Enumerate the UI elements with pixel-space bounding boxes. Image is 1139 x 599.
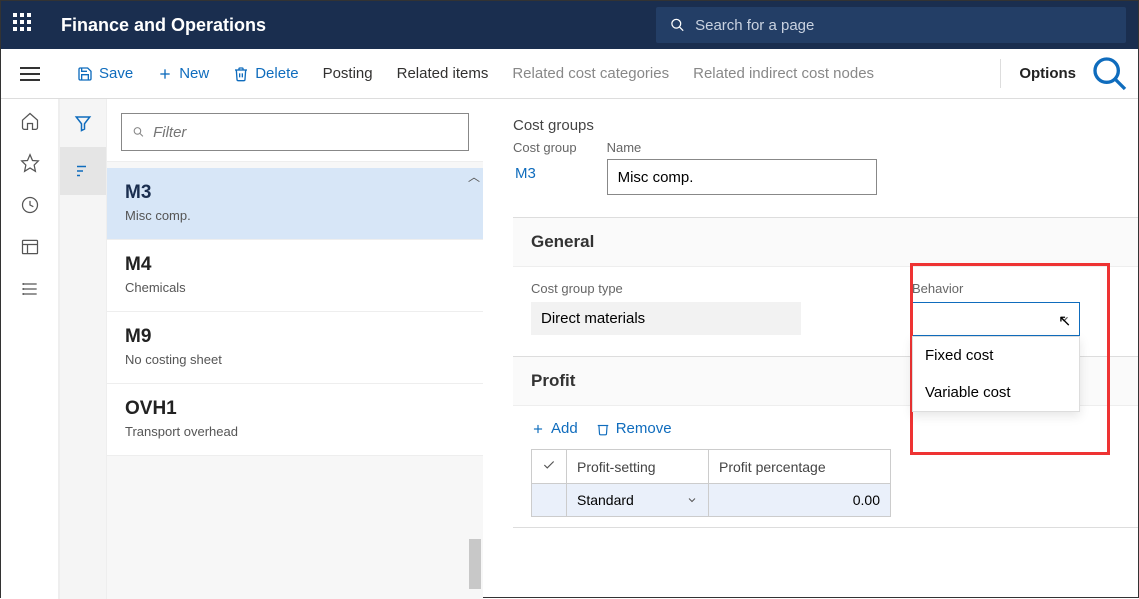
nav-toggle-icon[interactable]: [20, 67, 40, 81]
behavior-option[interactable]: Fixed cost: [913, 337, 1079, 374]
delete-button[interactable]: Delete: [223, 59, 308, 88]
profit-grid: Profit-setting Profit percentage Standar…: [531, 449, 891, 517]
cursor-icon: ↖: [1058, 311, 1071, 331]
left-nav-rail: [1, 99, 59, 599]
search-icon: [670, 17, 685, 33]
favorites-icon[interactable]: [20, 153, 40, 173]
add-button[interactable]: Add: [531, 420, 578, 437]
scroll-thumb[interactable]: [469, 539, 481, 589]
general-section-header[interactable]: General: [513, 218, 1138, 267]
command-search-button[interactable]: [1090, 54, 1130, 94]
cost-group-type-value[interactable]: Direct materials: [531, 302, 801, 335]
list-item-code: OVH1: [125, 398, 465, 420]
list-item-code: M9: [125, 326, 465, 348]
page-title: Cost groups: [513, 117, 1138, 134]
save-button[interactable]: Save: [67, 59, 143, 88]
grid-col-profit-pct[interactable]: Profit percentage: [709, 450, 891, 484]
name-label: Name: [607, 140, 877, 155]
name-input[interactable]: [607, 159, 877, 195]
cost-group-list: M3 Misc comp. M4 Chemicals M9 No costing…: [107, 162, 483, 599]
list-item[interactable]: M3 Misc comp.: [107, 168, 483, 240]
app-title: Finance and Operations: [61, 15, 266, 36]
search-icon: [132, 125, 145, 139]
posting-button[interactable]: Posting: [313, 59, 383, 88]
cost-group-label: Cost group: [513, 140, 577, 155]
sort-tool-icon[interactable]: [60, 147, 106, 195]
grid-row-select[interactable]: [532, 484, 567, 517]
plus-icon: [157, 66, 173, 82]
chevron-down-icon: [686, 494, 698, 506]
filter-tool-icon[interactable]: [60, 99, 106, 147]
global-search-input[interactable]: [695, 17, 1112, 34]
list-item-desc: Misc comp.: [125, 208, 465, 223]
list-filter-input[interactable]: [153, 124, 458, 141]
behavior-dropdown[interactable]: [912, 302, 1080, 336]
options-button[interactable]: Options: [1000, 59, 1086, 88]
list-item[interactable]: OVH1 Transport overhead: [107, 384, 483, 456]
table-row[interactable]: Standard 0.00: [532, 484, 891, 517]
behavior-label: Behavior: [912, 281, 1080, 296]
list-tool-strip: [59, 99, 107, 599]
related-items-button[interactable]: Related items: [387, 59, 499, 88]
recent-icon[interactable]: [20, 195, 40, 215]
cost-group-value[interactable]: M3: [513, 159, 577, 188]
grid-cell-profit-setting[interactable]: Standard: [567, 484, 709, 517]
grid-select-header[interactable]: [532, 450, 567, 484]
list-scrollbar[interactable]: ︿: [465, 168, 483, 599]
list-item-desc: Chemicals: [125, 280, 465, 295]
global-search[interactable]: [656, 7, 1126, 43]
trash-icon: [233, 66, 249, 82]
behavior-dropdown-menu: Fixed cost Variable cost: [912, 336, 1080, 412]
remove-button[interactable]: Remove: [596, 420, 672, 437]
grid-cell-profit-pct[interactable]: 0.00: [709, 484, 891, 517]
cost-group-type-label: Cost group type: [531, 281, 801, 296]
list-item-code: M3: [125, 182, 465, 204]
related-indirect-cost-nodes-button[interactable]: Related indirect cost nodes: [683, 59, 884, 88]
trash-icon: [596, 422, 610, 436]
plus-icon: [531, 422, 545, 436]
grid-col-profit-setting[interactable]: Profit-setting: [567, 450, 709, 484]
new-button[interactable]: New: [147, 59, 219, 88]
related-cost-categories-button[interactable]: Related cost categories: [502, 59, 679, 88]
save-icon: [77, 66, 93, 82]
scroll-up-icon[interactable]: ︿: [468, 168, 480, 185]
home-icon[interactable]: [20, 111, 40, 131]
list-item-code: M4: [125, 254, 465, 276]
list-item[interactable]: M9 No costing sheet: [107, 312, 483, 384]
list-item-desc: No costing sheet: [125, 352, 465, 367]
list-filter[interactable]: [121, 113, 469, 151]
list-item[interactable]: M4 Chemicals: [107, 240, 483, 312]
modules-icon[interactable]: [20, 279, 40, 299]
behavior-option[interactable]: Variable cost: [913, 374, 1079, 411]
list-item-desc: Transport overhead: [125, 424, 465, 439]
app-launcher-icon[interactable]: [13, 13, 37, 37]
workspaces-icon[interactable]: [20, 237, 40, 257]
search-icon: [1090, 54, 1130, 94]
